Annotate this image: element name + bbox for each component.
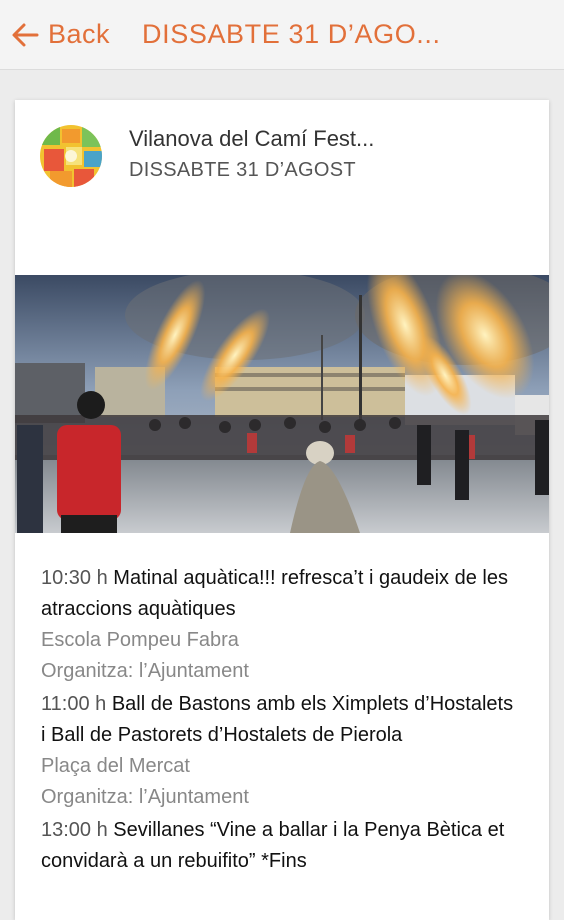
event-date: DISSABTE 31 D’AGOST [129,159,356,181]
arrow-left-icon [12,23,39,46]
organizer-name[interactable]: Vilanova del Camí Fest... [129,126,429,152]
item-organizer: Organitza: l’Ajuntament [41,786,249,808]
card-header: Vilanova del Camí Fest... DISSABTE 31 D’… [15,100,549,275]
item-time: 11:00 h [41,693,107,715]
schedule-item: 13:00 h Sevillanes “Vine a ballar i la P… [41,815,521,877]
event-card: Vilanova del Camí Fest... DISSABTE 31 D’… [15,100,549,920]
event-photo [15,275,549,533]
schedule-item: 10:30 h Matinal aquàtica!!! refresca’t i… [41,563,521,687]
app-bar: Back DISSABTE 31 D’AGO... [0,0,564,70]
back-label: Back [48,19,111,49]
item-place: Escola Pompeu Fabra [41,629,239,651]
festival-logo-icon[interactable] [40,125,102,187]
item-title: Ball de Bastons amb els Ximplets d’Hosta… [41,693,514,746]
item-organizer: Organitza: l’Ajuntament [41,660,249,682]
item-title: Matinal aquàtica!!! refresca’t i gaudeix… [41,567,508,620]
item-time: 13:00 h [41,819,108,841]
item-place: Plaça del Mercat [41,755,190,777]
schedule-item: 11:00 h Ball de Bastons amb els Ximplets… [41,689,521,813]
event-schedule: 10:30 h Matinal aquàtica!!! refresca’t i… [41,563,521,879]
item-time: 10:30 h [41,567,108,589]
page-title: DISSABTE 31 D’AGO... [142,19,441,49]
back-button[interactable]: Back [10,15,110,55]
item-title: Sevillanes “Vine a ballar i la Penya Bèt… [41,819,505,872]
